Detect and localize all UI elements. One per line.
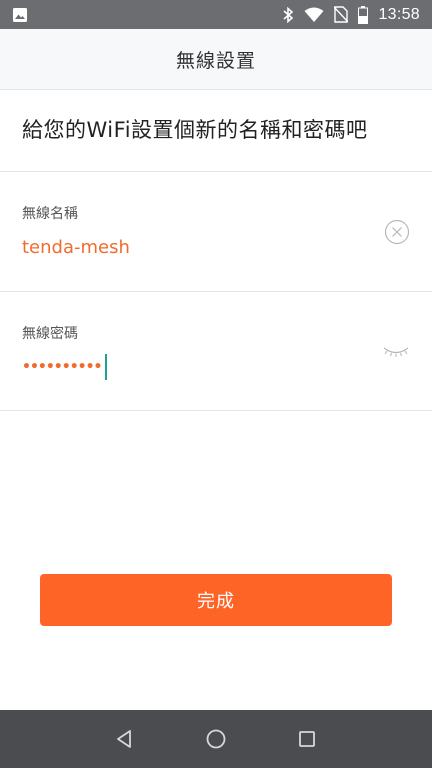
done-button[interactable]: 完成 xyxy=(40,574,392,626)
divider xyxy=(0,410,432,411)
bluetooth-icon xyxy=(282,6,294,24)
system-nav-bar xyxy=(0,710,432,768)
wifi-password-field[interactable]: 無線密碼 •••••••••• xyxy=(0,291,432,411)
home-circle-icon[interactable] xyxy=(201,724,231,754)
eye-closed-icon[interactable] xyxy=(382,339,410,365)
wifi-password-input[interactable]: •••••••••• xyxy=(22,353,108,381)
image-icon xyxy=(12,7,28,23)
battery-icon xyxy=(358,5,369,24)
recents-square-icon[interactable] xyxy=(292,724,322,754)
page-title: 無線設置 xyxy=(175,49,256,72)
wifi-icon xyxy=(304,7,324,23)
wifi-name-field[interactable]: 無線名稱 tenda-mesh xyxy=(0,171,432,291)
prompt-text: 給您的WiFi設置個新的名稱和密碼吧 xyxy=(22,118,368,142)
status-right: 13:58 xyxy=(282,5,420,24)
password-masked-text: •••••••••• xyxy=(22,359,102,375)
wifi-name-input[interactable]: tenda-mesh xyxy=(22,237,130,258)
status-bar: 13:58 xyxy=(0,0,432,29)
clear-circle-icon[interactable] xyxy=(384,219,410,245)
status-time: 13:58 xyxy=(378,5,420,23)
back-triangle-icon[interactable] xyxy=(110,724,140,754)
no-sim-icon xyxy=(334,6,349,23)
wifi-name-label: 無線名稱 xyxy=(22,206,78,222)
status-left xyxy=(12,7,28,23)
text-caret xyxy=(105,354,108,380)
wifi-password-label: 無線密碼 xyxy=(22,326,78,342)
app-header: 無線設置 xyxy=(0,29,432,90)
